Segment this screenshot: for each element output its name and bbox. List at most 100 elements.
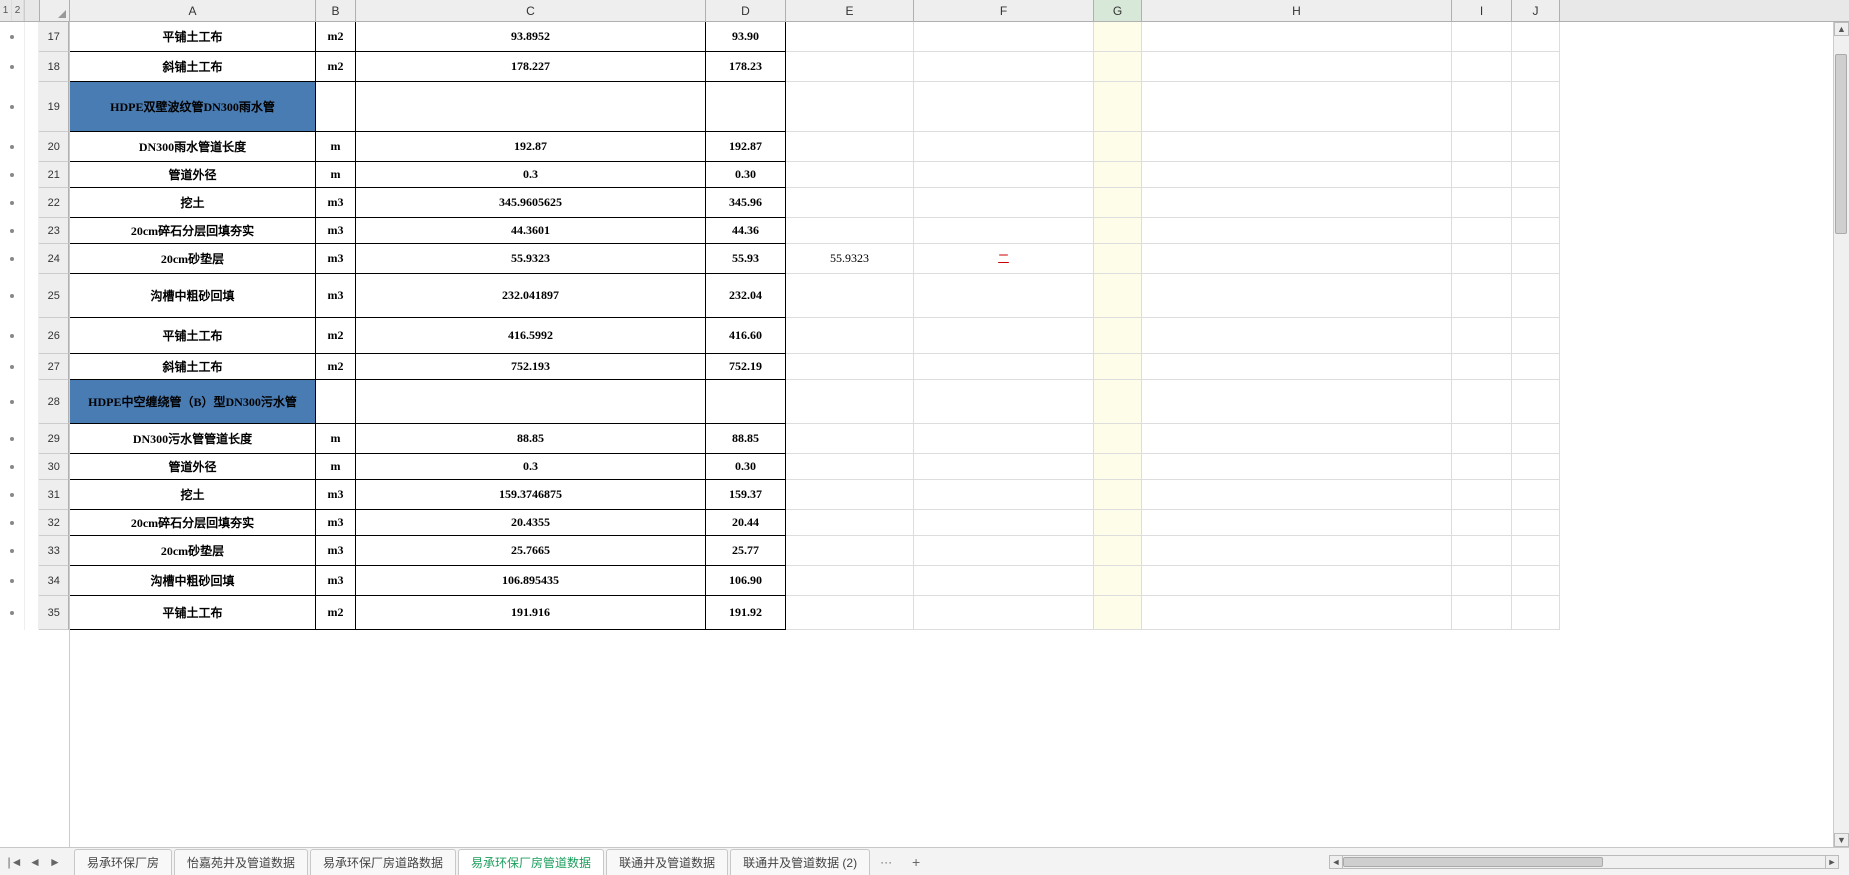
cell-I32[interactable] — [1452, 510, 1512, 536]
cell-D31[interactable]: 159.37 — [706, 480, 786, 510]
cell-D20[interactable]: 192.87 — [706, 132, 786, 162]
cell-I24[interactable] — [1452, 244, 1512, 274]
cell-F35[interactable] — [914, 596, 1094, 630]
sheet-tab[interactable]: 怡嘉苑井及管道数据 — [174, 849, 308, 875]
cell-F31[interactable] — [914, 480, 1094, 510]
cell-J29[interactable] — [1512, 424, 1560, 454]
cell-A23[interactable]: 20cm碎石分层回填夯实 — [70, 218, 316, 244]
cell-B20[interactable]: m — [316, 132, 356, 162]
row-header-22[interactable]: 22 — [39, 188, 69, 218]
cell-G20[interactable] — [1094, 132, 1142, 162]
tabs-more-button[interactable]: ··· — [872, 851, 900, 873]
cell-D19[interactable] — [706, 82, 786, 132]
cell-J20[interactable] — [1512, 132, 1560, 162]
cell-A25[interactable]: 沟槽中粗砂回填 — [70, 274, 316, 318]
column-header-F[interactable]: F — [914, 0, 1094, 21]
cell-H30[interactable] — [1142, 454, 1452, 480]
cell-F34[interactable] — [914, 566, 1094, 596]
cell-G28[interactable] — [1094, 380, 1142, 424]
cell-G29[interactable] — [1094, 424, 1142, 454]
cell-G27[interactable] — [1094, 354, 1142, 380]
outline-dot[interactable] — [0, 132, 25, 162]
cell-J25[interactable] — [1512, 274, 1560, 318]
outline-dot[interactable] — [0, 188, 25, 218]
tab-next-button[interactable]: ► — [46, 853, 64, 871]
cell-J24[interactable] — [1512, 244, 1560, 274]
cell-A32[interactable]: 20cm碎石分层回填夯实 — [70, 510, 316, 536]
outline-dot[interactable] — [0, 162, 25, 188]
cell-A17[interactable]: 平铺土工布 — [70, 22, 316, 52]
cell-G23[interactable] — [1094, 218, 1142, 244]
row-header-17[interactable]: 17 — [39, 22, 69, 52]
cell-F17[interactable] — [914, 22, 1094, 52]
row-header-27[interactable]: 27 — [39, 354, 69, 380]
cell-I20[interactable] — [1452, 132, 1512, 162]
cell-H25[interactable] — [1142, 274, 1452, 318]
cell-H20[interactable] — [1142, 132, 1452, 162]
cell-D34[interactable]: 106.90 — [706, 566, 786, 596]
cell-B21[interactable]: m — [316, 162, 356, 188]
cell-B18[interactable]: m2 — [316, 52, 356, 82]
cell-E30[interactable] — [786, 454, 914, 480]
cell-J31[interactable] — [1512, 480, 1560, 510]
cell-G18[interactable] — [1094, 52, 1142, 82]
cell-A30[interactable]: 管道外径 — [70, 454, 316, 480]
outline-level-2[interactable]: 2 — [12, 0, 24, 21]
outline-dot[interactable] — [0, 318, 25, 354]
cell-H17[interactable] — [1142, 22, 1452, 52]
cell-B30[interactable]: m — [316, 454, 356, 480]
cell-B19[interactable] — [316, 82, 356, 132]
cell-C30[interactable]: 0.3 — [356, 454, 706, 480]
cell-G17[interactable] — [1094, 22, 1142, 52]
cell-H22[interactable] — [1142, 188, 1452, 218]
add-sheet-button[interactable]: + — [906, 852, 926, 872]
cell-H18[interactable] — [1142, 52, 1452, 82]
cell-E27[interactable] — [786, 354, 914, 380]
cell-A29[interactable]: DN300污水管管道长度 — [70, 424, 316, 454]
cell-D26[interactable]: 416.60 — [706, 318, 786, 354]
sheet-tab[interactable]: 易承环保厂房管道数据 — [458, 849, 604, 875]
outline-dot[interactable] — [0, 596, 25, 630]
row-header-31[interactable]: 31 — [39, 480, 69, 510]
cell-B28[interactable] — [316, 380, 356, 424]
cell-C32[interactable]: 20.4355 — [356, 510, 706, 536]
cells-area[interactable]: 平铺土工布m293.895293.90斜铺土工布m2178.227178.23H… — [70, 22, 1849, 847]
cell-H34[interactable] — [1142, 566, 1452, 596]
cell-I18[interactable] — [1452, 52, 1512, 82]
cell-C28[interactable] — [356, 380, 706, 424]
cell-C25[interactable]: 232.041897 — [356, 274, 706, 318]
cell-J19[interactable] — [1512, 82, 1560, 132]
cell-D30[interactable]: 0.30 — [706, 454, 786, 480]
row-header-30[interactable]: 30 — [39, 454, 69, 480]
horizontal-scrollbar[interactable]: ◄ ► — [1329, 854, 1839, 870]
sheet-tab[interactable]: 联通井及管道数据 — [606, 849, 728, 875]
cell-I22[interactable] — [1452, 188, 1512, 218]
cell-D27[interactable]: 752.19 — [706, 354, 786, 380]
outline-dot[interactable] — [0, 566, 25, 596]
cell-J28[interactable] — [1512, 380, 1560, 424]
cell-D29[interactable]: 88.85 — [706, 424, 786, 454]
cell-B32[interactable]: m3 — [316, 510, 356, 536]
cell-E22[interactable] — [786, 188, 914, 218]
cell-F18[interactable] — [914, 52, 1094, 82]
row-header-25[interactable]: 25 — [39, 274, 69, 318]
cell-B31[interactable]: m3 — [316, 480, 356, 510]
cell-D32[interactable]: 20.44 — [706, 510, 786, 536]
row-header-23[interactable]: 23 — [39, 218, 69, 244]
cell-B23[interactable]: m3 — [316, 218, 356, 244]
cell-J30[interactable] — [1512, 454, 1560, 480]
cell-A20[interactable]: DN300雨水管道长度 — [70, 132, 316, 162]
cell-G30[interactable] — [1094, 454, 1142, 480]
sheet-tab[interactable]: 联通井及管道数据 (2) — [730, 849, 870, 875]
cell-B29[interactable]: m — [316, 424, 356, 454]
cell-J34[interactable] — [1512, 566, 1560, 596]
row-header-20[interactable]: 20 — [39, 132, 69, 162]
scroll-right-button[interactable]: ► — [1825, 855, 1839, 869]
column-header-G[interactable]: G — [1094, 0, 1142, 21]
select-all-triangle[interactable] — [40, 0, 70, 21]
cell-B33[interactable]: m3 — [316, 536, 356, 566]
cell-C18[interactable]: 178.227 — [356, 52, 706, 82]
cell-E26[interactable] — [786, 318, 914, 354]
scroll-down-button[interactable]: ▼ — [1834, 833, 1849, 847]
cell-C24[interactable]: 55.9323 — [356, 244, 706, 274]
